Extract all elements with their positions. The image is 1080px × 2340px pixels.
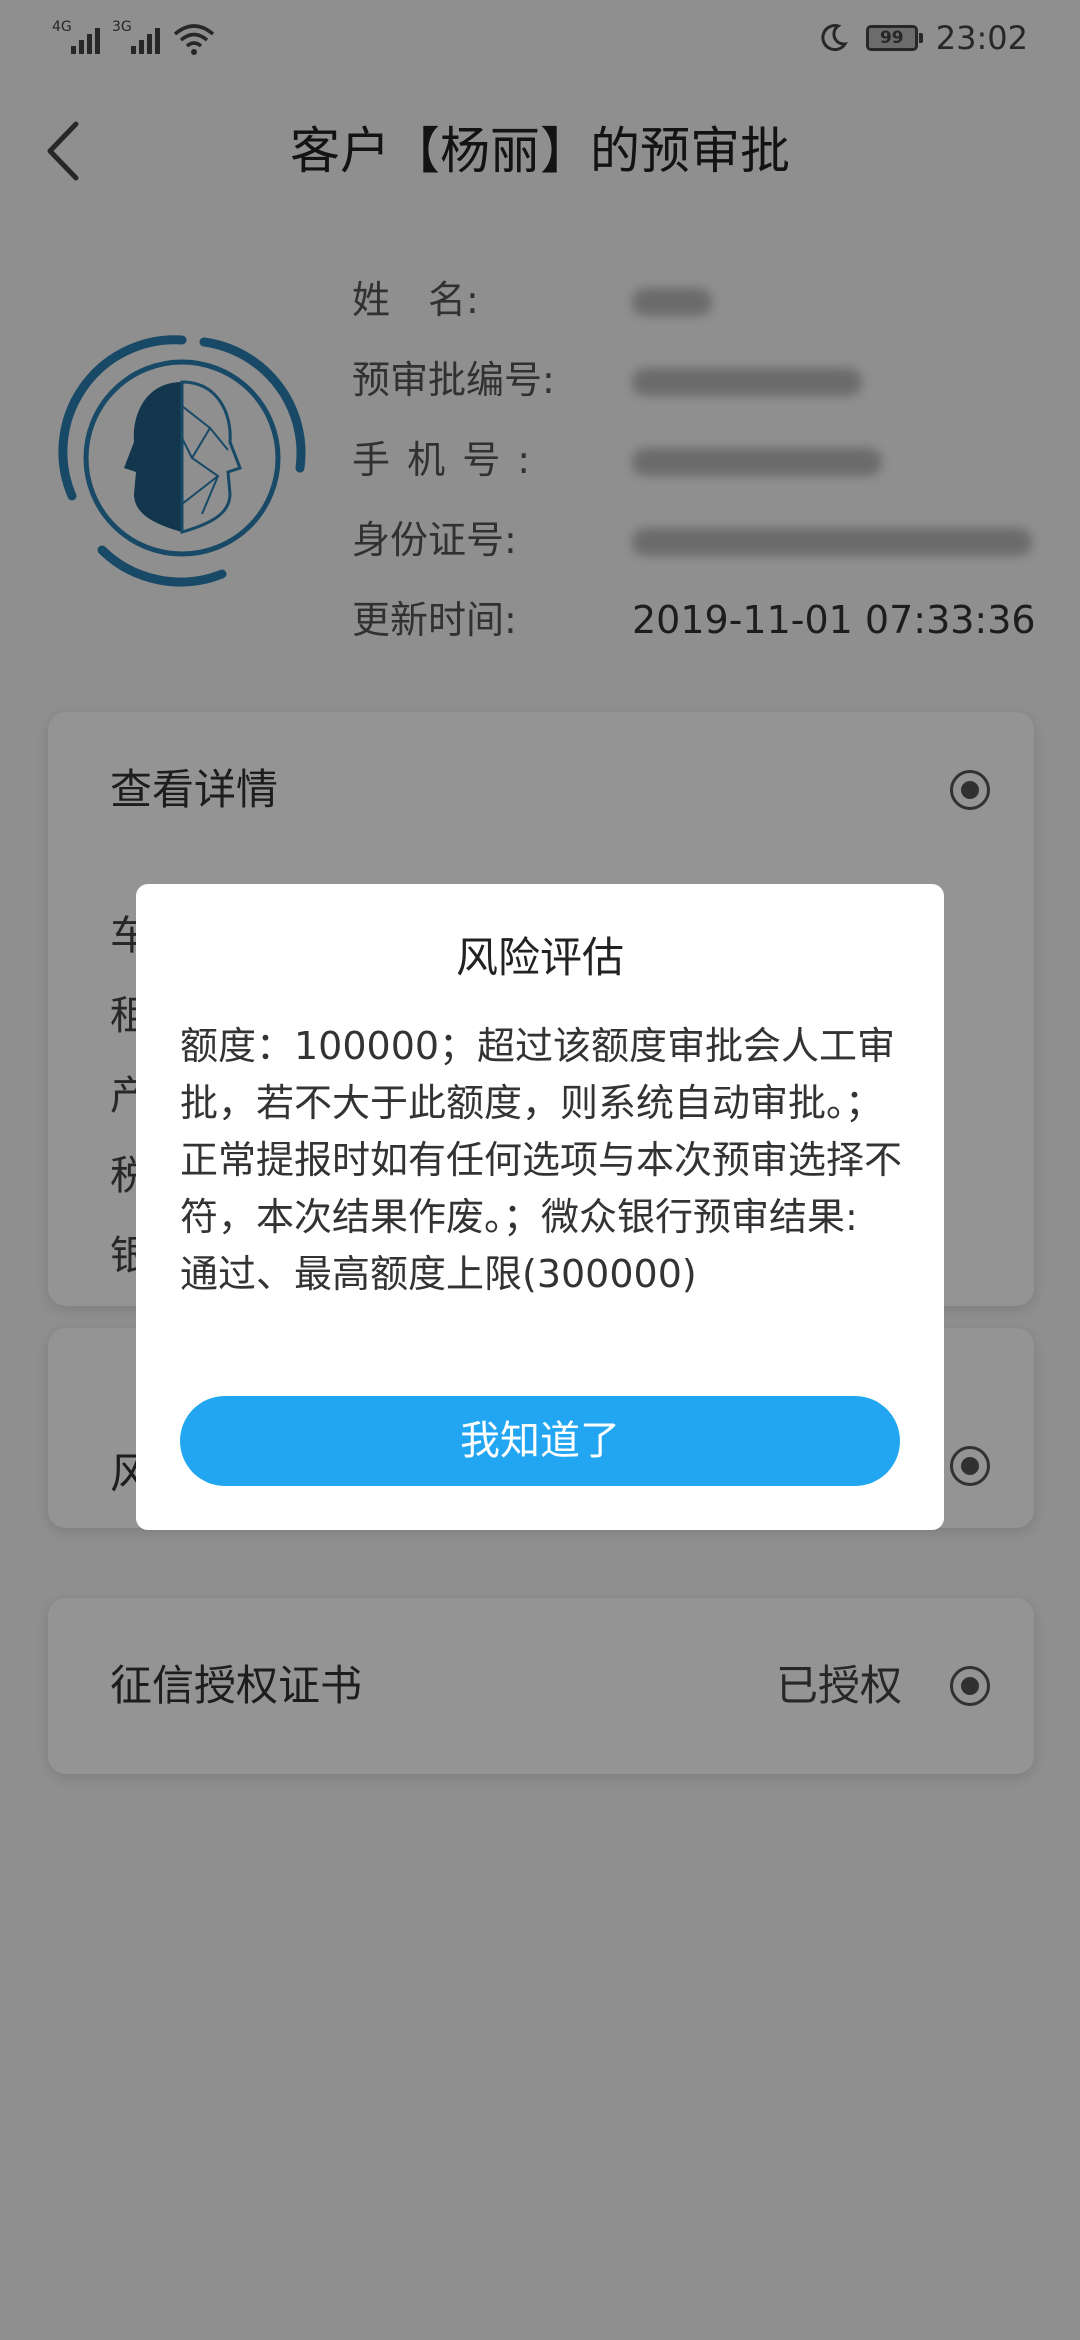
dialog-message: 额度：100000；超过该额度审批会人工审批，若不大于此额度，则系统自动审批。；… (180, 1024, 903, 1296)
acknowledge-button[interactable]: 我知道了 (180, 1396, 900, 1486)
dialog-title: 风险评估 (455, 933, 624, 982)
risk-assessment-dialog: 风险评估 额度：100000；超过该额度审批会人工审批，若不大于此额度，则系统自… (136, 884, 944, 1530)
